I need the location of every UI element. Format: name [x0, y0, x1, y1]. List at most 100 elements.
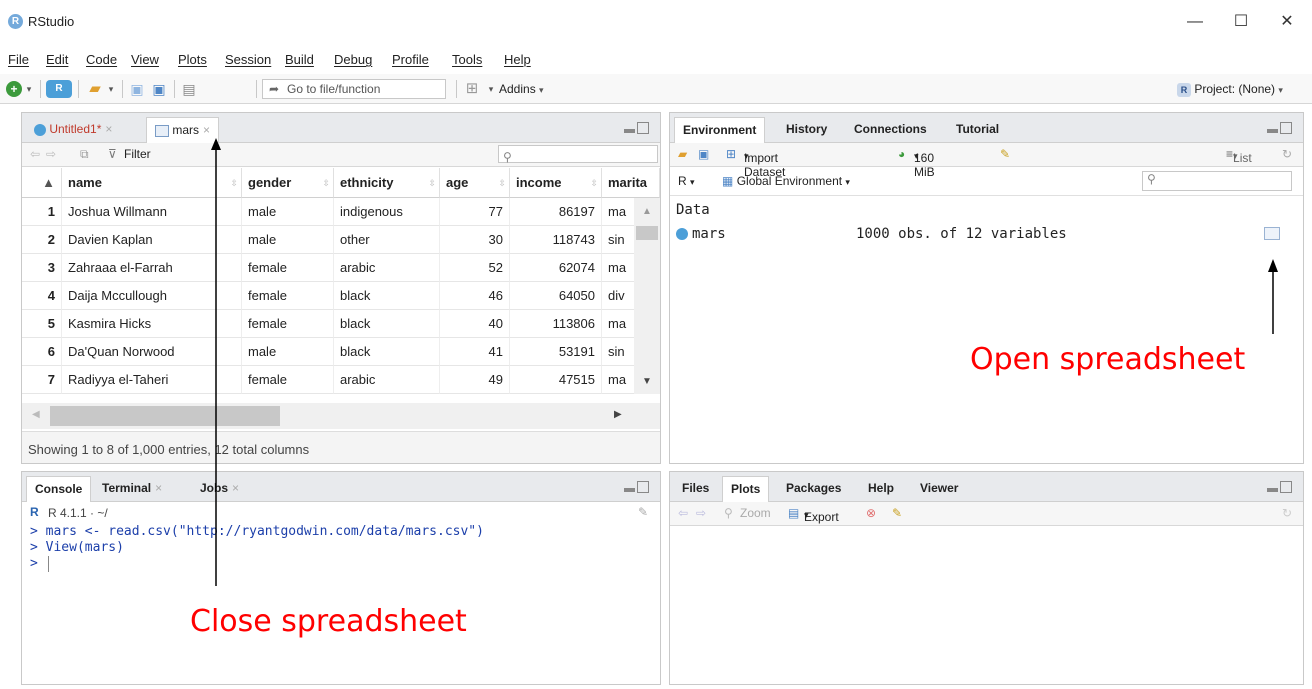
clear-broom-icon[interactable]: ✎ [1000, 147, 1010, 161]
clear-console-icon[interactable]: ✎ [638, 505, 648, 519]
clear-plots-icon[interactable]: ✎ [892, 506, 902, 520]
zoom-icon[interactable]: ⚲ [724, 506, 733, 520]
tab-console[interactable]: Console [26, 476, 92, 502]
new-project-icon[interactable]: R [46, 80, 72, 98]
scroll-down-icon[interactable]: ▼ [642, 376, 652, 387]
filter-icon[interactable]: ⊽ [108, 147, 117, 161]
maximize-button[interactable]: ☐ [1218, 6, 1264, 38]
pane-controls[interactable] [624, 481, 652, 495]
environment-object-row[interactable]: mars 1000 obs. of 12 variables [670, 223, 1303, 247]
open-file-dropdown-icon[interactable]: ▾ [106, 80, 116, 98]
expand-object-icon[interactable] [676, 228, 688, 240]
menu-plots[interactable]: Plots [178, 52, 207, 67]
table-vertical-scrollbar[interactable]: ▲ ▼ [634, 198, 660, 394]
tab-untitled1[interactable]: Untitled1* × [26, 117, 120, 143]
export-icon[interactable]: ▤ [788, 506, 799, 520]
minimize-pane-icon[interactable] [624, 488, 635, 492]
project-menu-button[interactable]: R Project: (None) ▾ [1177, 80, 1307, 98]
vertical-scroll-thumb[interactable] [636, 226, 658, 240]
console-prompt[interactable]: > [30, 556, 38, 571]
maximize-pane-icon[interactable] [637, 481, 649, 493]
print-icon[interactable]: ▤ [180, 80, 198, 98]
col-header-income[interactable]: income ⇳ [510, 168, 602, 198]
tab-connections[interactable]: Connections [846, 117, 935, 143]
menu-build[interactable]: Build [285, 52, 314, 67]
back-icon[interactable]: ⇦ [30, 147, 40, 161]
new-file-icon[interactable]: + [6, 81, 22, 97]
close-window-button[interactable]: ✕ [1264, 6, 1310, 38]
save-workspace-icon[interactable]: ▣ [698, 147, 709, 161]
close-tab-mars-icon[interactable]: × [203, 123, 210, 137]
tab-packages[interactable]: Packages [778, 476, 849, 502]
pane-controls[interactable] [1267, 481, 1295, 495]
layout-dropdown-icon[interactable]: ▾ [486, 80, 496, 98]
scroll-left-icon[interactable]: ◀ [32, 409, 40, 420]
table-search-input[interactable]: ⚲ [498, 145, 658, 164]
import-dataset-icon[interactable]: ⊞ [726, 147, 736, 161]
tab-terminal[interactable]: Terminal × [94, 476, 170, 502]
environment-search-input[interactable]: ⚲ [1142, 171, 1292, 191]
menu-code[interactable]: Code [86, 52, 117, 67]
menu-file[interactable]: File [8, 52, 29, 67]
pane-controls[interactable] [624, 122, 652, 136]
scope-selector[interactable]: ▦ Global Environment ▾ [722, 174, 850, 188]
tab-help[interactable]: Help [860, 476, 902, 502]
minimize-pane-icon[interactable] [1267, 488, 1278, 492]
tab-files[interactable]: Files [674, 476, 717, 502]
tab-jobs[interactable]: Jobs × [192, 476, 247, 502]
save-all-icon[interactable]: ▣ [150, 80, 168, 98]
forward-icon[interactable]: ⇨ [46, 147, 56, 161]
menu-tools[interactable]: Tools [452, 52, 482, 67]
horizontal-scroll-thumb[interactable] [50, 406, 280, 426]
view-spreadsheet-icon[interactable] [1264, 227, 1280, 240]
save-icon[interactable]: ▣ [128, 80, 146, 98]
menu-view[interactable]: View [131, 52, 159, 67]
filter-button[interactable]: Filter [124, 147, 151, 161]
go-to-file-input[interactable]: ➦ Go to file/function [262, 79, 446, 99]
col-header-name[interactable]: name ⇳ [62, 168, 242, 198]
close-tab-untitled1-icon[interactable]: × [105, 122, 112, 136]
tab-environment[interactable]: Environment [674, 117, 766, 143]
scroll-right-icon[interactable]: ▶ [614, 409, 622, 420]
tab-tutorial[interactable]: Tutorial [948, 117, 1007, 143]
menu-help[interactable]: Help [504, 52, 531, 67]
menu-profile[interactable]: Profile [392, 52, 429, 67]
maximize-pane-icon[interactable] [1280, 481, 1292, 493]
zoom-button[interactable]: Zoom [740, 506, 771, 520]
minimize-pane-icon[interactable] [1267, 129, 1278, 133]
tab-viewer[interactable]: Viewer [912, 476, 966, 502]
next-plot-icon[interactable]: ⇨ [696, 506, 706, 520]
menu-edit[interactable]: Edit [46, 52, 68, 67]
col-header-ethnicity[interactable]: ethnicity ⇳ [334, 168, 440, 198]
tab-history[interactable]: History [778, 117, 835, 143]
table-horizontal-scrollbar[interactable]: ◀ ▶ [22, 403, 660, 429]
minimize-button[interactable]: — [1172, 6, 1218, 38]
tab-plots[interactable]: Plots [722, 476, 770, 502]
maximize-pane-icon[interactable] [637, 122, 649, 134]
open-file-icon[interactable]: ▰ [84, 80, 106, 98]
load-workspace-icon[interactable]: ▰ [678, 147, 687, 161]
minimize-pane-icon[interactable] [624, 129, 635, 133]
popout-icon[interactable]: ⧉ [80, 147, 89, 162]
col-header-marital[interactable]: marita [602, 168, 660, 198]
refresh-icon[interactable]: ↻ [1282, 147, 1292, 161]
refresh-icon[interactable]: ↻ [1282, 506, 1292, 520]
sort-index-header[interactable]: ▲ [22, 168, 62, 198]
language-selector[interactable]: R ▾ [678, 174, 695, 188]
close-terminal-icon[interactable]: × [155, 481, 162, 495]
new-file-dropdown-icon[interactable]: ▾ [24, 80, 34, 98]
maximize-pane-icon[interactable] [1280, 122, 1292, 134]
menu-debug[interactable]: Debug [334, 52, 372, 67]
remove-plot-icon[interactable]: ⊗ [866, 506, 876, 520]
menu-session[interactable]: Session [225, 52, 271, 67]
scroll-up-icon[interactable]: ▲ [642, 206, 652, 217]
col-header-age[interactable]: age ⇳ [440, 168, 510, 198]
close-jobs-icon[interactable]: × [232, 481, 239, 495]
col-header-gender[interactable]: gender ⇳ [242, 168, 334, 198]
list-view-button[interactable]: ≡ List ▾ [1226, 147, 1252, 165]
grid-layout-icon[interactable]: ⊞ [462, 80, 482, 98]
tab-mars[interactable]: mars × [146, 117, 220, 143]
pane-controls[interactable] [1267, 122, 1295, 136]
previous-plot-icon[interactable]: ⇦ [678, 506, 688, 520]
addins-button[interactable]: Addins ▾ [499, 80, 559, 98]
